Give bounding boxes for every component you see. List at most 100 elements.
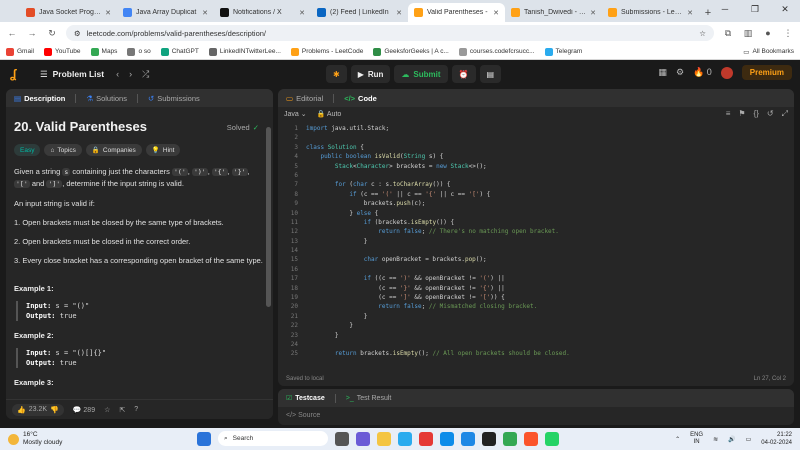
thumbs-down-icon[interactable]: 👎 xyxy=(50,406,59,414)
file-explorer-icon[interactable] xyxy=(377,431,391,446)
bookmark-item[interactable]: LinkedINTwitterLee... xyxy=(208,47,281,56)
notes-button[interactable]: ▤ xyxy=(479,65,502,83)
minimize-icon[interactable]: ─ xyxy=(710,0,740,18)
braces-icon[interactable]: {} xyxy=(754,109,759,119)
browser-tab[interactable]: Notifications / X ✕ xyxy=(214,3,311,22)
chevron-up-icon[interactable]: ⌃ xyxy=(675,436,680,443)
extensions-icon[interactable]: ⧉ xyxy=(722,28,734,39)
reset-icon[interactable]: ↺ xyxy=(767,109,774,119)
description-scrollbar[interactable] xyxy=(266,127,271,307)
bookmark-item[interactable]: o so xyxy=(127,47,151,56)
all-bookmarks[interactable]: ▭ All Bookmarks xyxy=(743,48,794,56)
code-editor[interactable]: 1 import java.util.Stack; 2 3 class Soluti… xyxy=(278,121,794,359)
auto-mode-toggle[interactable]: 🔒 Auto xyxy=(317,110,342,118)
topics-chip[interactable]: ⌂ Topics xyxy=(44,144,82,156)
bookmark-item[interactable]: courses.codefcrsucc... xyxy=(458,47,535,56)
browser-tab[interactable]: Java Socket Program ✕ xyxy=(20,3,117,22)
prev-problem-icon[interactable]: ‹ xyxy=(116,69,119,80)
thumbs-up-icon[interactable]: 👍 xyxy=(17,406,26,414)
difficulty-chip[interactable]: Easy xyxy=(14,144,41,156)
reload-icon[interactable]: ↻ xyxy=(46,28,58,39)
bookmark-item[interactable]: Telegram xyxy=(544,47,582,56)
close-window-icon[interactable]: ✕ xyxy=(770,0,800,18)
bookmark-item[interactable]: Gmail xyxy=(6,47,34,56)
clock[interactable]: 21:22 04-02-2024 xyxy=(761,431,792,447)
comments-button[interactable]: 💬 289 xyxy=(73,406,95,414)
bookmark-item[interactable]: ChatGPT xyxy=(160,47,199,56)
weather-widget[interactable]: 16°C Mostly cloudy xyxy=(8,431,62,447)
brave-icon[interactable] xyxy=(524,431,538,446)
chrome-icon[interactable] xyxy=(503,431,517,446)
tab-submissions[interactable]: ↺ Submissions xyxy=(148,94,200,103)
browser-tab[interactable]: Valid Parentheses - ✕ xyxy=(408,3,505,22)
close-tab-icon[interactable]: ✕ xyxy=(590,9,596,17)
run-button[interactable]: ▶ Run xyxy=(350,65,391,83)
forward-icon[interactable]: → xyxy=(26,28,38,38)
bookmark-item[interactable]: Problems - LeetCode xyxy=(290,47,363,56)
close-tab-icon[interactable]: ✕ xyxy=(105,9,111,17)
language-select[interactable]: Java ⌄ xyxy=(284,110,307,118)
close-tab-icon[interactable]: ✕ xyxy=(396,9,402,17)
tab-description[interactable]: ▤ Description xyxy=(14,94,65,103)
premium-button[interactable]: Premium xyxy=(741,65,792,80)
next-problem-icon[interactable]: › xyxy=(129,69,132,80)
settings-icon[interactable]: ≡ xyxy=(726,109,731,119)
browser-tab[interactable]: Java Array Duplicat ✕ xyxy=(117,3,214,22)
close-tab-icon[interactable]: ✕ xyxy=(493,9,499,17)
bookmark-star-icon[interactable]: ☆ xyxy=(699,29,706,38)
bookmark-item[interactable]: Maps xyxy=(90,47,117,56)
settings-icon[interactable]: ⚙ xyxy=(676,67,684,78)
close-tab-icon[interactable]: ✕ xyxy=(299,9,305,17)
shuffle-icon[interactable]: ⤮ xyxy=(142,69,149,80)
problem-list-button[interactable]: ☰ Problem List xyxy=(40,69,104,80)
tab-solutions[interactable]: ⚗ Solutions xyxy=(86,94,127,103)
help-icon[interactable]: ? xyxy=(134,406,138,413)
vscode-icon[interactable] xyxy=(461,431,475,446)
edge-icon[interactable] xyxy=(440,431,454,446)
windows-start-icon[interactable] xyxy=(197,431,211,446)
whatsapp-icon[interactable] xyxy=(545,431,559,446)
expand-icon[interactable]: ⤢ xyxy=(782,109,788,119)
leetcode-logo-icon[interactable]: ʆ xyxy=(10,67,22,81)
streak-counter[interactable]: 🔥 0 xyxy=(693,67,712,78)
debug-button[interactable]: ✱ xyxy=(326,65,347,83)
source-row[interactable]: </> Source xyxy=(278,407,794,424)
bookmark-item[interactable]: GeeksforGeeks | A c... xyxy=(373,47,449,56)
menu-icon[interactable]: ⋮ xyxy=(782,28,794,39)
site-info-icon[interactable]: ⚙ xyxy=(74,29,81,38)
volume-icon[interactable]: 🔊 xyxy=(728,436,735,443)
profile-icon[interactable]: ● xyxy=(762,28,774,38)
sidepanel-icon[interactable]: ▥ xyxy=(742,28,754,39)
avatar[interactable] xyxy=(720,66,733,79)
taskbar-search[interactable]: ⌕ Search xyxy=(218,431,328,446)
share-icon[interactable]: ⇱ xyxy=(119,406,125,414)
timer-button[interactable]: ⏰ xyxy=(451,65,476,83)
bookmark-icon[interactable]: ⚑ xyxy=(738,109,745,119)
browser-tab[interactable]: Submissions - LeetC ✕ xyxy=(602,3,699,22)
layout-icon[interactable]: ▦ xyxy=(658,67,667,78)
wifi-icon[interactable]: ≋ xyxy=(713,436,718,443)
browser-tab[interactable]: (2) Feed | LinkedIn ✕ xyxy=(311,3,408,22)
youtube-icon[interactable] xyxy=(419,431,433,446)
battery-icon[interactable]: ▭ xyxy=(746,436,752,443)
hint-chip[interactable]: 💡 Hint xyxy=(145,144,181,156)
teams-icon[interactable] xyxy=(356,431,370,446)
close-tab-icon[interactable]: ✕ xyxy=(202,9,208,17)
browser-tab[interactable]: Tanish_Dwivedi - Lee ✕ xyxy=(505,3,602,22)
bookmark-item[interactable]: YouTube xyxy=(43,47,81,56)
task-view-icon[interactable] xyxy=(335,431,349,446)
companies-chip[interactable]: 🔒 Companies xyxy=(85,144,142,156)
tab-test-result[interactable]: >_ Test Result xyxy=(346,395,392,402)
language-indicator[interactable]: ENG IN xyxy=(690,432,703,446)
telegram-icon[interactable] xyxy=(398,431,412,446)
submit-button[interactable]: ☁ Submit xyxy=(394,65,448,83)
tab-editorial[interactable]: ▭ Editorial xyxy=(286,94,323,103)
close-tab-icon[interactable]: ✕ xyxy=(687,9,693,17)
like-dislike-group[interactable]: 👍 23.2K 👎 xyxy=(12,403,64,416)
back-icon[interactable]: ← xyxy=(6,28,18,38)
maximize-icon[interactable]: ❐ xyxy=(740,0,770,18)
tab-testcase[interactable]: ☑ Testcase xyxy=(286,394,325,403)
tab-code[interactable]: </> Code xyxy=(344,94,377,103)
github-icon[interactable] xyxy=(482,431,496,446)
star-icon[interactable]: ☆ xyxy=(104,406,110,414)
